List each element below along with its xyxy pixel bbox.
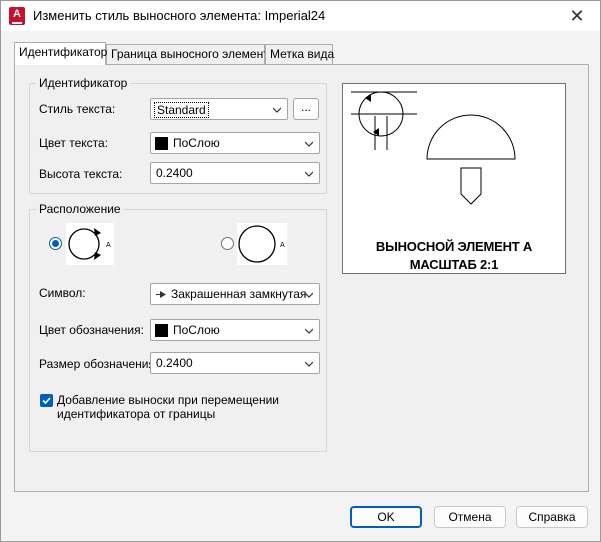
autocad-logo-icon: A — [9, 7, 25, 25]
window-title: Изменить стиль выносного элемента: Imper… — [33, 8, 326, 23]
text-color-value: ПоСлою — [173, 136, 220, 150]
closed-filled-arrow-icon — [156, 291, 166, 298]
symbol-label: Символ: — [39, 286, 86, 300]
chevron-down-icon — [305, 328, 313, 334]
tab-identifier[interactable]: Идентификатор — [14, 42, 107, 65]
browse-text-style-button[interactable]: ... — [293, 98, 319, 120]
callout-with-arrows-icon: A — [66, 223, 114, 265]
mark-size-select[interactable]: 0.2400 — [150, 352, 320, 374]
symbol-value: Закрашенная замкнутая — [171, 287, 307, 301]
radio-plain-circle[interactable] — [221, 237, 234, 250]
chevron-down-icon — [305, 292, 313, 298]
text-style-label: Стиль текста: — [39, 102, 116, 116]
mark-color-value: ПоСлою — [173, 323, 220, 337]
text-height-label: Высота текста: — [39, 167, 123, 181]
preview-panel: ВЫНОСНОЙ ЭЛЕМЕНТ А МАСШТАБ 2:1 — [342, 83, 566, 274]
tab-boundary[interactable]: Граница выносного элемента — [106, 44, 275, 64]
close-icon: ✕ — [569, 6, 585, 26]
option-b-letter: A — [280, 242, 285, 249]
dialog-window: A Изменить стиль выносного элемента: Imp… — [0, 0, 601, 542]
identifier-group-legend: Идентификатор — [36, 76, 131, 90]
text-color-select[interactable]: ПоСлою — [150, 132, 320, 154]
ok-button[interactable]: OK — [350, 506, 422, 528]
mark-size-value: 0.2400 — [156, 356, 193, 370]
add-leader-label: Добавление выноски при перемещении идент… — [57, 393, 279, 421]
text-style-value: Standard — [154, 102, 209, 118]
mark-color-select[interactable]: ПоСлою — [150, 319, 320, 341]
option-a-letter: A — [106, 242, 111, 249]
text-color-label: Цвет текста: — [39, 136, 109, 150]
preview-scale: МАСШТАБ 2:1 — [409, 257, 499, 272]
preview-title: ВЫНОСНОЙ ЭЛЕМЕНТ А — [375, 239, 533, 254]
chevron-down-icon — [305, 171, 313, 177]
chevron-down-icon — [305, 361, 313, 367]
color-swatch — [155, 137, 168, 150]
close-button[interactable]: ✕ — [554, 1, 600, 31]
preview-drawing — [351, 91, 516, 205]
chevron-down-icon — [305, 141, 313, 147]
add-leader-label-line2: идентификатора от границы — [57, 407, 216, 421]
text-height-select[interactable]: 0.2400 — [150, 162, 320, 184]
mark-size-label: Размер обозначения: — [39, 357, 159, 371]
checkmark-icon — [42, 397, 51, 405]
placement-group-legend: Расположение — [36, 202, 124, 216]
mark-color-label: Цвет обозначения: — [39, 323, 144, 337]
tab-view-label[interactable]: Метка вида — [265, 44, 334, 64]
radio-arrows-on-circle[interactable] — [49, 237, 62, 250]
callout-plain-circle-icon: A — [237, 223, 287, 265]
cancel-button[interactable]: Отмена — [434, 506, 506, 528]
text-style-select[interactable]: Standard — [150, 98, 288, 120]
text-height-value: 0.2400 — [156, 166, 193, 180]
chevron-down-icon — [273, 107, 281, 113]
add-leader-checkbox[interactable] — [40, 394, 53, 407]
help-button[interactable]: Справка — [516, 506, 588, 528]
add-leader-label-line1: Добавление выноски при перемещении — [57, 393, 280, 407]
symbol-select[interactable]: Закрашенная замкнутая — [150, 283, 320, 305]
color-swatch — [155, 324, 168, 337]
title-bar: A Изменить стиль выносного элемента: Imp… — [1, 1, 600, 31]
